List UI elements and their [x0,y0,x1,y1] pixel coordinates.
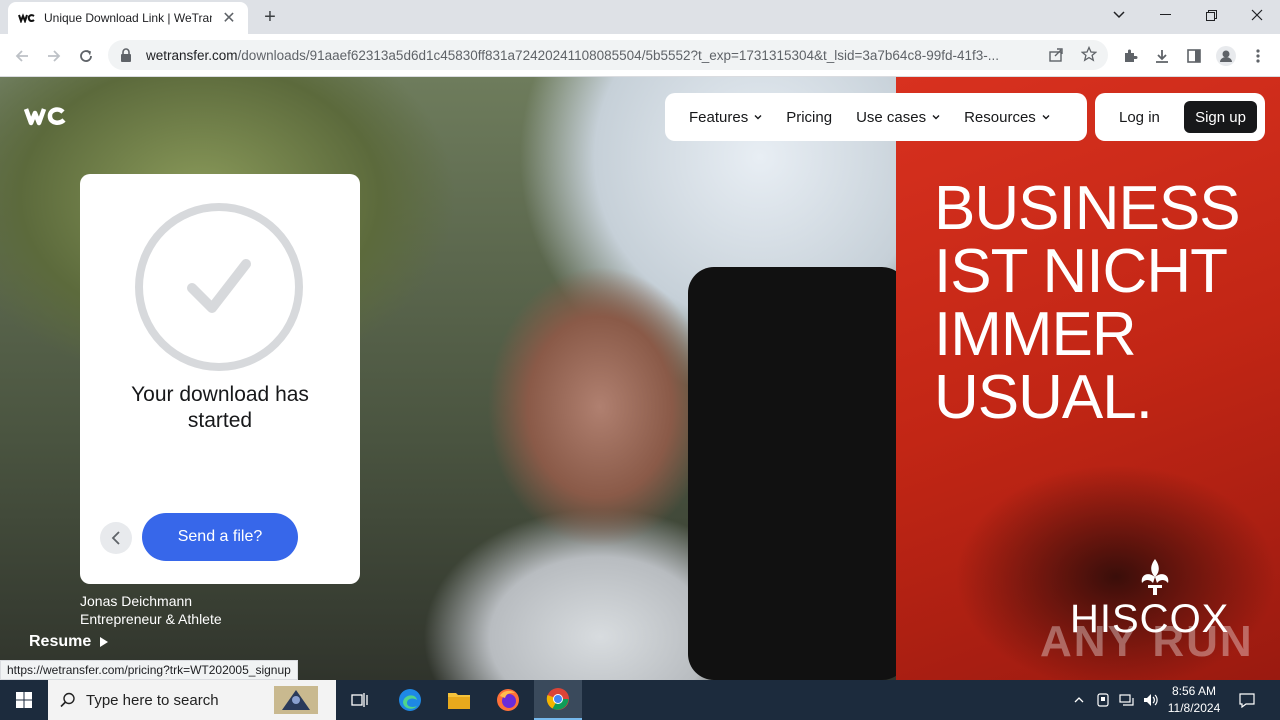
url-text: wetransfer.com/downloads/91aaef62313a5d6… [146,47,999,63]
page-content: Features Pricing Use cases Resources Log… [0,77,1280,680]
clock-date: 11/8/2024 [1167,701,1221,715]
back-button[interactable] [100,522,132,554]
restore-icon[interactable] [1188,0,1234,30]
tab-title: Unique Download Link | WeTransfer [44,11,212,25]
close-window-icon[interactable] [1234,0,1280,30]
taskbar-clock[interactable]: 8:56 AM 11/8/2024 [1162,683,1226,717]
bookmark-star-icon[interactable] [1080,45,1098,67]
forward-arrow-icon[interactable] [40,42,68,70]
chevron-left-icon [111,531,120,545]
nav-pricing-label: Pricing [786,108,833,126]
browser-toolbar: wetransfer.com/downloads/91aaef62313a5d6… [0,34,1280,77]
nav-features[interactable]: Features [689,109,762,126]
auth-box: Log in Sign up [1095,93,1265,141]
chevron-down-icon [754,115,762,120]
browser-tab[interactable]: Unique Download Link | WeTransfer ✕ [8,2,248,34]
send-file-button[interactable]: Send a file? [142,513,298,561]
login-link[interactable]: Log in [1119,109,1160,126]
status-bar-url: https://wetransfer.com/pricing?trk=WT202… [0,660,298,680]
nav-use-cases[interactable]: Use cases [856,109,940,126]
ad-headline-line: USUAL. [934,363,1153,432]
tab-close-icon[interactable]: ✕ [220,8,238,28]
phone-image [688,267,908,680]
checkmark-circle-icon [135,203,303,371]
notification-center-icon[interactable] [1234,680,1260,720]
share-icon[interactable] [1048,47,1064,68]
wetransfer-logo[interactable] [23,105,66,132]
resume-button[interactable]: Resume [29,633,109,651]
hiscox-logo: HISCOX [1070,597,1230,641]
firefox-icon[interactable] [484,680,532,720]
side-panel-icon[interactable] [1180,42,1208,70]
tab-strip: Unique Download Link | WeTransfer ✕ + [0,0,1280,34]
minimize-icon[interactable] [1142,0,1188,30]
lock-icon[interactable] [120,48,134,62]
caption-role: Entrepreneur & Athlete [80,611,222,627]
search-icon [60,692,75,708]
address-bar[interactable]: wetransfer.com/downloads/91aaef62313a5d6… [108,40,1108,70]
play-icon [100,637,109,647]
search-placeholder: Type here to search [86,691,219,709]
tray-overflow-icon[interactable] [1068,680,1090,720]
task-view-icon[interactable] [336,680,384,720]
hiscox-fleur-icon [1141,559,1169,595]
profile-avatar-icon[interactable] [1212,42,1240,70]
resume-label: Resume [29,633,92,650]
chrome-icon[interactable] [534,680,582,720]
download-started-title: Your download has started [131,383,309,432]
chevron-down-icon [932,115,940,120]
back-arrow-icon[interactable] [8,42,36,70]
windows-taskbar: Type here to search 8:56 AM 11/8/2024 [0,680,1280,720]
ad-headline-line: BUSINESS [934,174,1241,243]
browser-menu-icon[interactable] [1244,42,1272,70]
reload-icon[interactable] [72,42,100,70]
nav-pricing[interactable]: Pricing [786,109,832,126]
file-explorer-icon[interactable] [435,680,483,720]
tab-search-chevron-icon[interactable] [1096,0,1142,30]
device-icon[interactable] [1092,680,1114,720]
ad-headline: BUSINESS IST NICHT IMMER USUAL. [934,177,1264,429]
network-icon[interactable] [1116,680,1138,720]
chevron-down-icon [1042,115,1050,120]
ad-headline-line: IMMER [934,300,1137,369]
download-status-card: Your download has started Send a file? [80,174,360,584]
caption-name: Jonas Deichmann [80,593,193,609]
windows-start-icon[interactable] [0,680,48,720]
nav-use-cases-label: Use cases [856,108,927,126]
nav-features-label: Features [689,108,749,126]
taskbar-search-box[interactable]: Type here to search [48,680,336,720]
edge-icon[interactable] [386,680,434,720]
signup-button[interactable]: Sign up [1184,101,1257,133]
volume-icon[interactable] [1140,680,1162,720]
clock-time: 8:56 AM [1171,684,1217,698]
download-icon[interactable] [1148,42,1176,70]
wetransfer-favicon-icon [18,12,36,24]
nav-resources[interactable]: Resources [964,109,1050,126]
extensions-icon[interactable] [1116,42,1144,70]
ad-headline-line: IST NICHT [934,237,1228,306]
search-highlight-image [274,686,318,714]
main-nav: Features Pricing Use cases Resources [665,93,1087,141]
new-tab-button[interactable]: + [258,5,282,29]
nav-resources-label: Resources [964,108,1036,126]
